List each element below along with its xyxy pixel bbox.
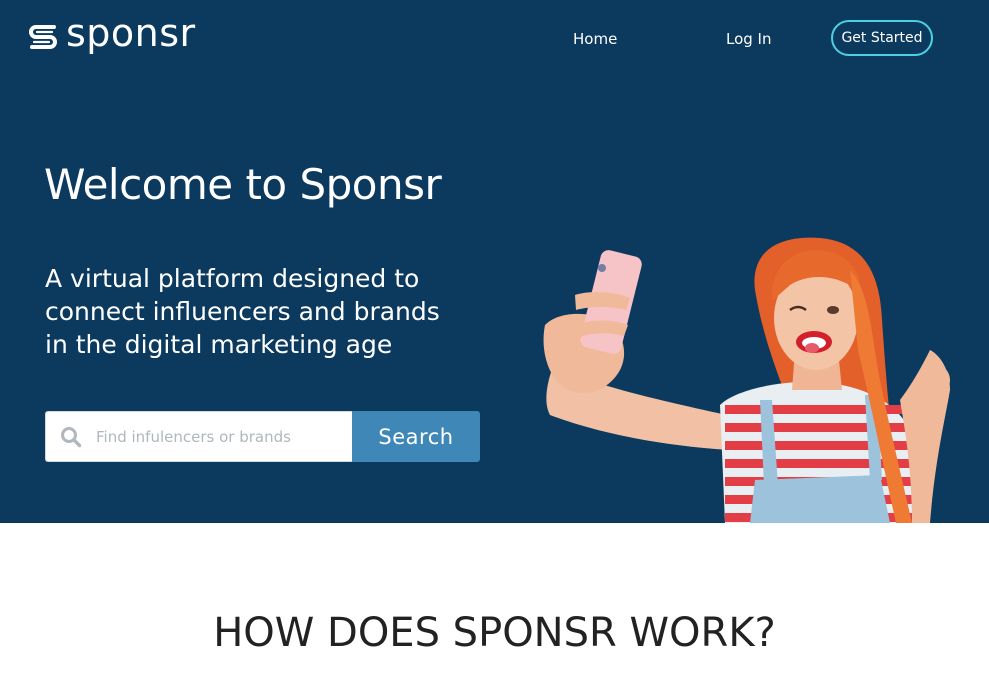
search-box — [45, 411, 353, 462]
nav-login-link[interactable]: Log In — [726, 30, 772, 48]
hero-subtitle-line: A virtual platform designed to — [45, 264, 420, 293]
hero-photo-woman-selfie — [543, 237, 950, 523]
hero-subtitle-line: connect influencers and brands — [45, 297, 440, 326]
logo-mark-icon — [29, 25, 57, 49]
search-input[interactable] — [96, 421, 346, 452]
hero-subtitle-line: in the digital marketing age — [45, 330, 393, 359]
get-started-button[interactable]: Get Started — [831, 20, 933, 56]
hero-section: sponsr Home Log In Get Started Welcome t… — [0, 0, 989, 523]
hero-title: Welcome to Sponsr — [44, 160, 442, 209]
search-icon — [61, 426, 82, 447]
logo-text: sponsr — [66, 11, 196, 55]
hero-subtitle: A virtual platform designed to connect i… — [45, 262, 515, 361]
search-button[interactable]: Search — [352, 411, 480, 462]
logo[interactable]: sponsr — [26, 11, 196, 56]
nav-home-link[interactable]: Home — [573, 30, 617, 48]
section-title: HOW DOES SPONSR WORK? — [213, 610, 776, 656]
